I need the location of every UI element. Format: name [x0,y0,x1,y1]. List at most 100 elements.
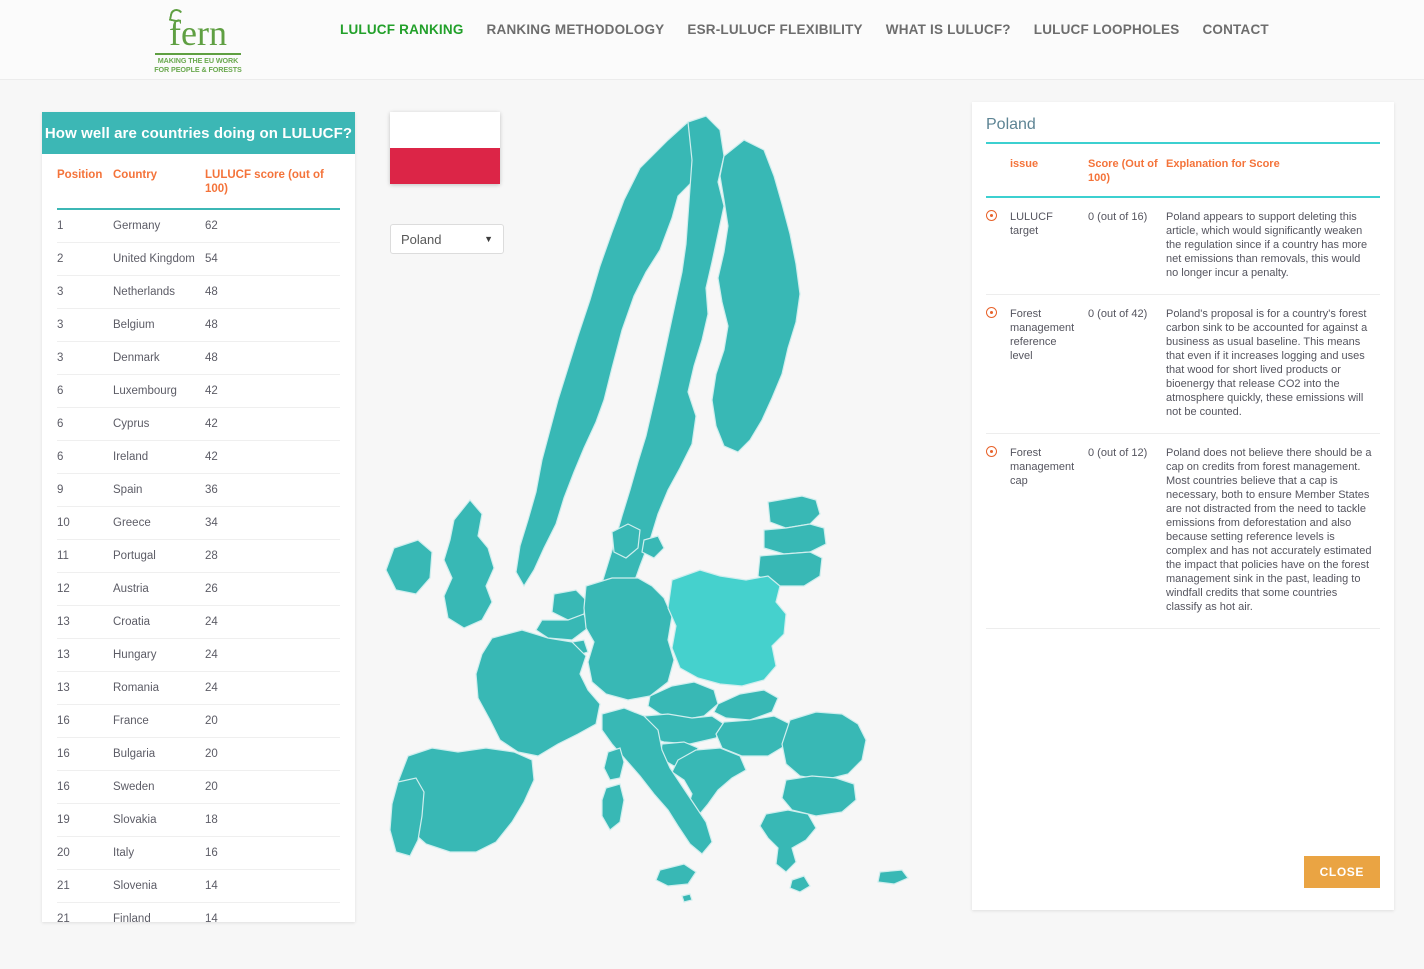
map-country-ireland [385,539,433,595]
ranking-cell-position: 11 [57,539,113,573]
nav-item-what-is-lulucf[interactable]: WHAT IS LULUCF? [886,22,1034,37]
ranking-cell-country: Spain [113,473,205,507]
logo-tagline-line2: FOR PEOPLE & FORESTS [154,64,242,74]
table-row[interactable]: 3 Denmark 48 [57,341,340,375]
table-row[interactable]: 6 Luxembourg 42 [57,374,340,408]
table-row[interactable]: 16 France 20 [57,704,340,738]
detail-cell-score: 0 (out of 12) [1088,433,1166,629]
ranking-cell-position: 6 [57,440,113,474]
ranking-cell-score: 48 [205,275,340,309]
close-button[interactable]: CLOSE [1303,856,1380,888]
europe-map[interactable] [372,100,962,920]
detail-table: issue Score (Out of 100) Explanation for… [986,142,1380,629]
ranking-cell-country: Italy [113,836,205,870]
ranking-panel: How well are countries doing on LULUCF? … [42,112,355,922]
ranking-cell-position: 6 [57,374,113,408]
table-row[interactable]: 21 Slovenia 14 [57,869,340,903]
ranking-cell-score: 54 [205,242,340,276]
table-row[interactable]: 13 Croatia 24 [57,605,340,639]
column-header-country: Country [113,154,205,210]
ranking-cell-position: 21 [57,902,113,922]
detail-cell-explanation: Poland's proposal is for a country's for… [1166,294,1380,434]
ranking-cell-score: 20 [205,704,340,738]
map-country-slovakia [713,689,779,721]
table-row[interactable]: 11 Portugal 28 [57,539,340,573]
table-row[interactable]: 13 Romania 24 [57,671,340,705]
country-detail-panel: Poland issue Score (Out of 100) Explanat… [972,102,1394,910]
ranking-cell-position: 2 [57,242,113,276]
fern-logo[interactable]: fern MAKING THE EU WORK FOR PEOPLE & FOR… [152,7,244,73]
table-row[interactable]: 3 Netherlands 48 [57,275,340,309]
ranking-cell-score: 62 [205,209,340,243]
table-row[interactable]: 16 Bulgaria 20 [57,737,340,771]
nav-item-ranking-methodology[interactable]: RANKING METHODOLOGY [487,22,688,37]
ranking-cell-score: 16 [205,836,340,870]
ranking-cell-position: 13 [57,638,113,672]
table-row[interactable]: 12 Austria 26 [57,572,340,606]
nav-item-lulucf-ranking[interactable]: LULUCF RANKING [340,22,487,37]
ranking-cell-country: Germany [113,209,205,243]
nav-item-lulucf-loopholes[interactable]: LULUCF LOOPHOLES [1034,22,1203,37]
main-navigation: LULUCF RANKING RANKING METHODOLOGY ESR-L… [340,22,1292,37]
table-row[interactable]: 16 Sweden 20 [57,770,340,804]
map-country-latvia [763,523,827,555]
column-header-position: Position [57,154,113,210]
table-row[interactable]: 19 Slovakia 18 [57,803,340,837]
nav-item-esr-lulucf-flexibility[interactable]: ESR-LULUCF FLEXIBILITY [687,22,885,37]
ranking-cell-score: 48 [205,341,340,375]
map-country-estonia [767,495,821,529]
ranking-cell-country: Cyprus [113,407,205,441]
ranking-cell-score: 42 [205,440,340,474]
detail-header-row: issue Score (Out of 100) Explanation for… [986,142,1380,198]
ranking-cell-position: 19 [57,803,113,837]
detail-column-header-icon [986,142,1010,198]
table-row[interactable]: 1 Germany 62 [57,209,340,243]
logo-divider [155,53,241,55]
ranking-cell-score: 24 [205,605,340,639]
ranking-table-body: 1 Germany 62 2 United Kingdom 54 3 Netherlands 4… [57,209,340,922]
map-column: Poland ▼ [372,100,962,920]
country-select-value: Poland [401,231,442,247]
ranking-cell-score: 18 [205,803,340,837]
ranking-cell-country: United Kingdom [113,242,205,276]
nav-item-contact[interactable]: CONTACT [1202,22,1291,37]
ranking-cell-score: 34 [205,506,340,540]
logo-tagline: MAKING THE EU WORK FOR PEOPLE & FORESTS [152,56,244,74]
ranking-cell-position: 9 [57,473,113,507]
detail-cell-score: 0 (out of 42) [1088,294,1166,434]
country-flag-poland [390,112,500,184]
map-country-bulgaria [781,775,857,817]
table-row[interactable]: 2 United Kingdom 54 [57,242,340,276]
table-row[interactable]: 21 Finland 14 [57,902,340,922]
table-row[interactable]: 6 Ireland 42 [57,440,340,474]
flag-stripe-white [390,112,500,148]
table-row[interactable]: 20 Italy 16 [57,836,340,870]
table-row[interactable]: 9 Spain 36 [57,473,340,507]
table-row[interactable]: 6 Cyprus 42 [57,407,340,441]
detail-row: Forest management reference level 0 (out … [986,294,1380,434]
detail-cell-issue: Forest management reference level [1010,294,1088,434]
ranking-cell-score: 24 [205,671,340,705]
ranking-cell-position: 3 [57,341,113,375]
ranking-table: Position Country LULUCF score (out of 10… [57,154,340,922]
ranking-cell-score: 14 [205,869,340,903]
map-country-romania [781,711,867,781]
table-row[interactable]: 13 Hungary 24 [57,638,340,672]
map-country-corsica [603,747,625,781]
table-row[interactable]: 10 Greece 34 [57,506,340,540]
ranking-cell-position: 1 [57,209,113,243]
ranking-cell-position: 16 [57,737,113,771]
detail-panel-title: Poland [986,116,1036,133]
ranking-table-wrapper: Position Country LULUCF score (out of 10… [42,154,355,922]
ranking-cell-position: 12 [57,572,113,606]
ranking-cell-country: France [113,704,205,738]
ranking-cell-country: Luxembourg [113,374,205,408]
ranking-cell-country: Portugal [113,539,205,573]
ranking-cell-country: Netherlands [113,275,205,309]
map-country-cyprus [877,869,909,885]
detail-row: LULUCF target 0 (out of 16) Poland appears… [986,197,1380,295]
detail-column-header-score: Score (Out of 100) [1088,142,1166,198]
table-row[interactable]: 3 Belgium 48 [57,308,340,342]
country-select[interactable]: Poland ▼ [390,224,504,254]
ranking-cell-country: Romania [113,671,205,705]
